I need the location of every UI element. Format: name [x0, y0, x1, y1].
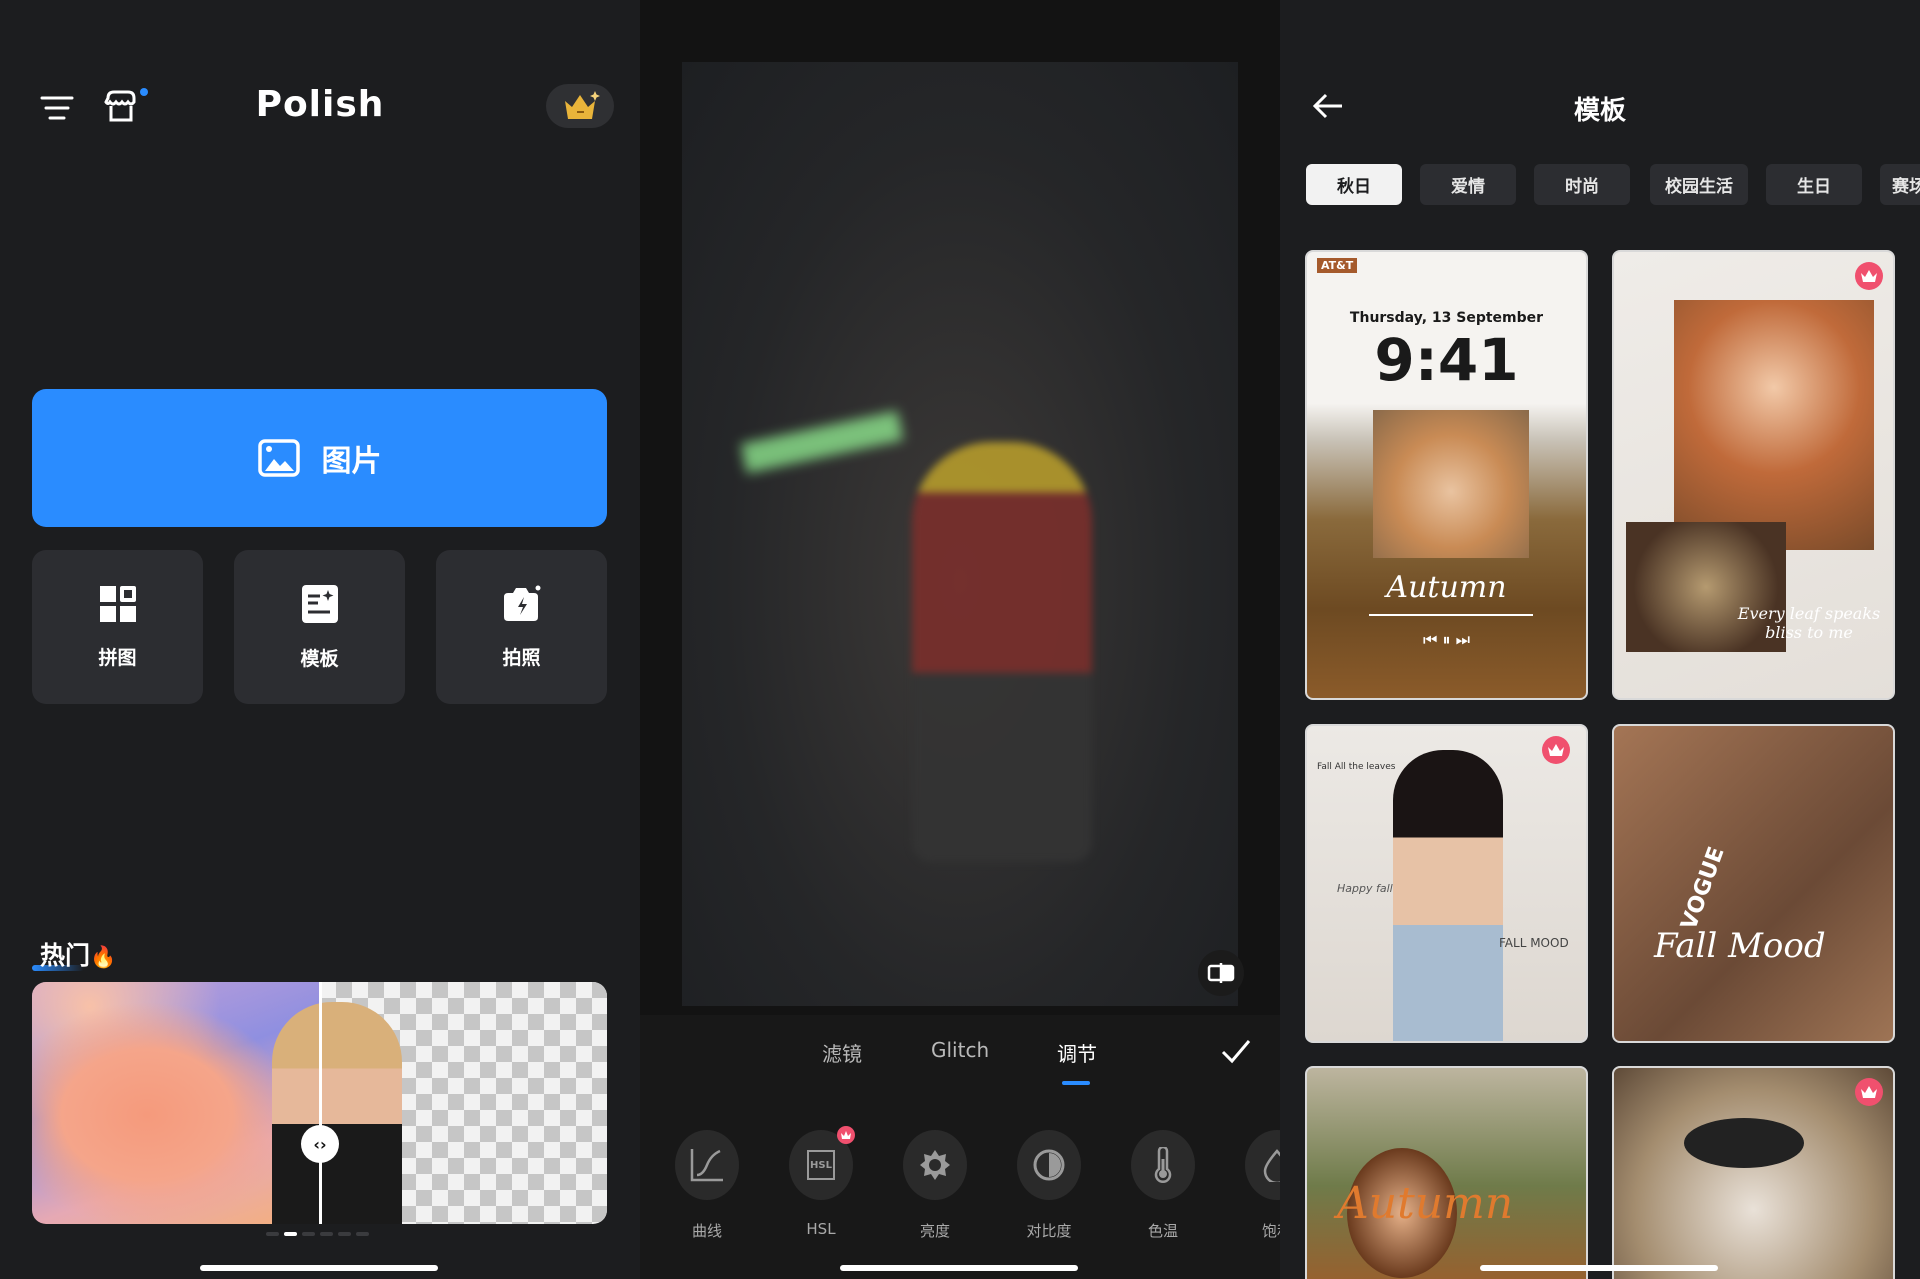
tool-contrast[interactable]: 对比度: [1017, 1130, 1081, 1241]
carousel-dot[interactable]: [302, 1232, 315, 1236]
app-logo: Polish: [255, 84, 385, 125]
premium-crown-icon: [1542, 736, 1570, 764]
carousel-dot[interactable]: [338, 1232, 351, 1236]
carousel-dot[interactable]: [320, 1232, 333, 1236]
compare-handle[interactable]: ‹›: [301, 1125, 339, 1163]
edit-canvas-photo: [682, 62, 1238, 1006]
tool-label: HSL: [806, 1220, 836, 1238]
lockscreen-time: 9:41: [1374, 326, 1519, 394]
home-indicator: [840, 1265, 1078, 1271]
lockscreen-date: Thursday, 13 September: [1349, 310, 1544, 326]
song-title: Autumn: [1386, 570, 1507, 605]
contrast-icon: [1033, 1149, 1065, 1181]
category-chip-campus[interactable]: 校园生活: [1650, 164, 1748, 205]
template-card[interactable]: Autumn: [1305, 1066, 1588, 1279]
image-icon: [257, 439, 300, 477]
category-chip-autumn[interactable]: 秋日: [1306, 164, 1402, 205]
category-chip-sports[interactable]: 赛场: [1880, 164, 1920, 205]
templates-screen: 模板 秋日 爱情 时尚 校园生活 生日 赛场 AT&T Thursday, 13…: [1280, 0, 1920, 1279]
tool-label: 对比度: [1026, 1222, 1072, 1240]
tile-label: 拼图: [98, 646, 137, 669]
worker-figure: [912, 442, 1092, 862]
tool-label: 饱和: [1261, 1222, 1280, 1240]
portrait-photo: [1373, 410, 1529, 558]
home-screen: Polish 图片 拼图 模板 拍照 热门🔥 ‹›: [0, 0, 640, 1279]
category-chip-love[interactable]: 爱情: [1420, 164, 1516, 205]
card-caption: Fall Mood: [1654, 926, 1826, 966]
model-photo: [1393, 750, 1503, 1041]
tool-label: 曲线: [691, 1222, 722, 1240]
template-card[interactable]: [1612, 1066, 1895, 1279]
card-caption: FALL MOOD: [1499, 936, 1569, 950]
carousel-dot-active[interactable]: [284, 1232, 297, 1236]
hsl-icon: HSL: [807, 1150, 835, 1180]
premium-crown-icon: [1855, 1078, 1883, 1106]
thermometer-icon: [1154, 1147, 1172, 1183]
tile-label: 模板: [300, 647, 339, 670]
tab-adjust[interactable]: 调节: [1057, 1038, 1097, 1067]
camera-flash-icon: [503, 585, 540, 621]
category-chip-fashion[interactable]: 时尚: [1534, 164, 1630, 205]
carousel-dot[interactable]: [266, 1232, 279, 1236]
template-card[interactable]: VOGUE Fall Mood: [1612, 724, 1895, 1043]
card-caption: Happy fall: [1337, 882, 1393, 895]
confirm-button[interactable]: [1220, 1038, 1252, 1068]
hot-section-title: 热门🔥: [40, 936, 116, 972]
template-card[interactable]: AT&T Thursday, 13 September 9:41 Autumn …: [1305, 250, 1588, 700]
compare-button[interactable]: [1198, 950, 1244, 996]
card-caption: Every leaf speaks bliss to me: [1737, 604, 1881, 642]
template-card[interactable]: Fall All the leaves Happy fall FALL MOOD: [1305, 724, 1588, 1043]
collage-grid-icon: [99, 585, 136, 622]
tool-hsl[interactable]: HSL HSL: [789, 1126, 855, 1238]
player-controls-icon: ⏮ ⏸ ⏭: [1423, 630, 1470, 649]
carousel-dots: [266, 1232, 369, 1236]
pick-photo-label: 图片: [321, 444, 382, 479]
card-caption: Fall All the leaves: [1317, 762, 1396, 772]
glitch-light: [740, 410, 904, 474]
page-title: 模板: [1573, 96, 1626, 126]
background-remover-banner[interactable]: ‹›: [32, 982, 607, 1224]
tile-camera[interactable]: 拍照: [436, 550, 607, 704]
curve-icon: [690, 1149, 723, 1182]
home-indicator: [200, 1265, 438, 1271]
fire-icon: 🔥: [90, 945, 117, 969]
crown-icon: [565, 91, 600, 119]
pick-photo-button[interactable]: 图片: [32, 389, 607, 527]
hot-title-text: 热门: [40, 941, 91, 970]
template-card[interactable]: Every leaf speaks bliss to me: [1612, 250, 1895, 700]
model-photo: [272, 1002, 402, 1224]
template-icon: [301, 584, 338, 623]
carousel-dot[interactable]: [356, 1232, 369, 1236]
active-tab-indicator: [1062, 1081, 1090, 1085]
check-icon: [1221, 1040, 1251, 1064]
compare-icon: [1207, 963, 1235, 983]
tab-glitch[interactable]: Glitch: [931, 1038, 989, 1062]
vip-button[interactable]: [546, 84, 614, 128]
tool-curve[interactable]: 曲线: [675, 1130, 739, 1241]
tool-label: 色温: [1147, 1222, 1178, 1240]
editor-screen: 滤镜 Glitch 调节 曲线 HSL HSL 亮度 对比度 色温 饱和: [640, 0, 1280, 1279]
brightness-icon: [920, 1150, 950, 1180]
tile-template[interactable]: 模板: [234, 550, 405, 704]
carrier-text: AT&T: [1317, 258, 1358, 273]
progress-bar: [1369, 614, 1533, 616]
tool-label: 亮度: [919, 1222, 950, 1240]
portrait-photo: [1674, 300, 1874, 550]
tile-collage[interactable]: 拼图: [32, 550, 203, 704]
tool-brightness[interactable]: 亮度: [903, 1130, 967, 1241]
premium-crown-icon: [837, 1126, 855, 1144]
home-indicator: [1480, 1265, 1718, 1271]
magazine-brand: VOGUE: [1676, 843, 1730, 934]
category-chip-birthday[interactable]: 生日: [1766, 164, 1862, 205]
compare-divider[interactable]: [319, 982, 322, 1224]
card-caption: Autumn: [1337, 1178, 1514, 1229]
beret-photo: [1684, 1118, 1804, 1168]
tool-saturation[interactable]: 饱和: [1245, 1130, 1280, 1241]
tab-filter[interactable]: 滤镜: [822, 1038, 862, 1067]
saturation-icon: [1263, 1149, 1280, 1182]
tool-temperature[interactable]: 色温: [1131, 1130, 1195, 1241]
premium-crown-icon: [1855, 262, 1883, 290]
tile-label: 拍照: [502, 646, 541, 669]
